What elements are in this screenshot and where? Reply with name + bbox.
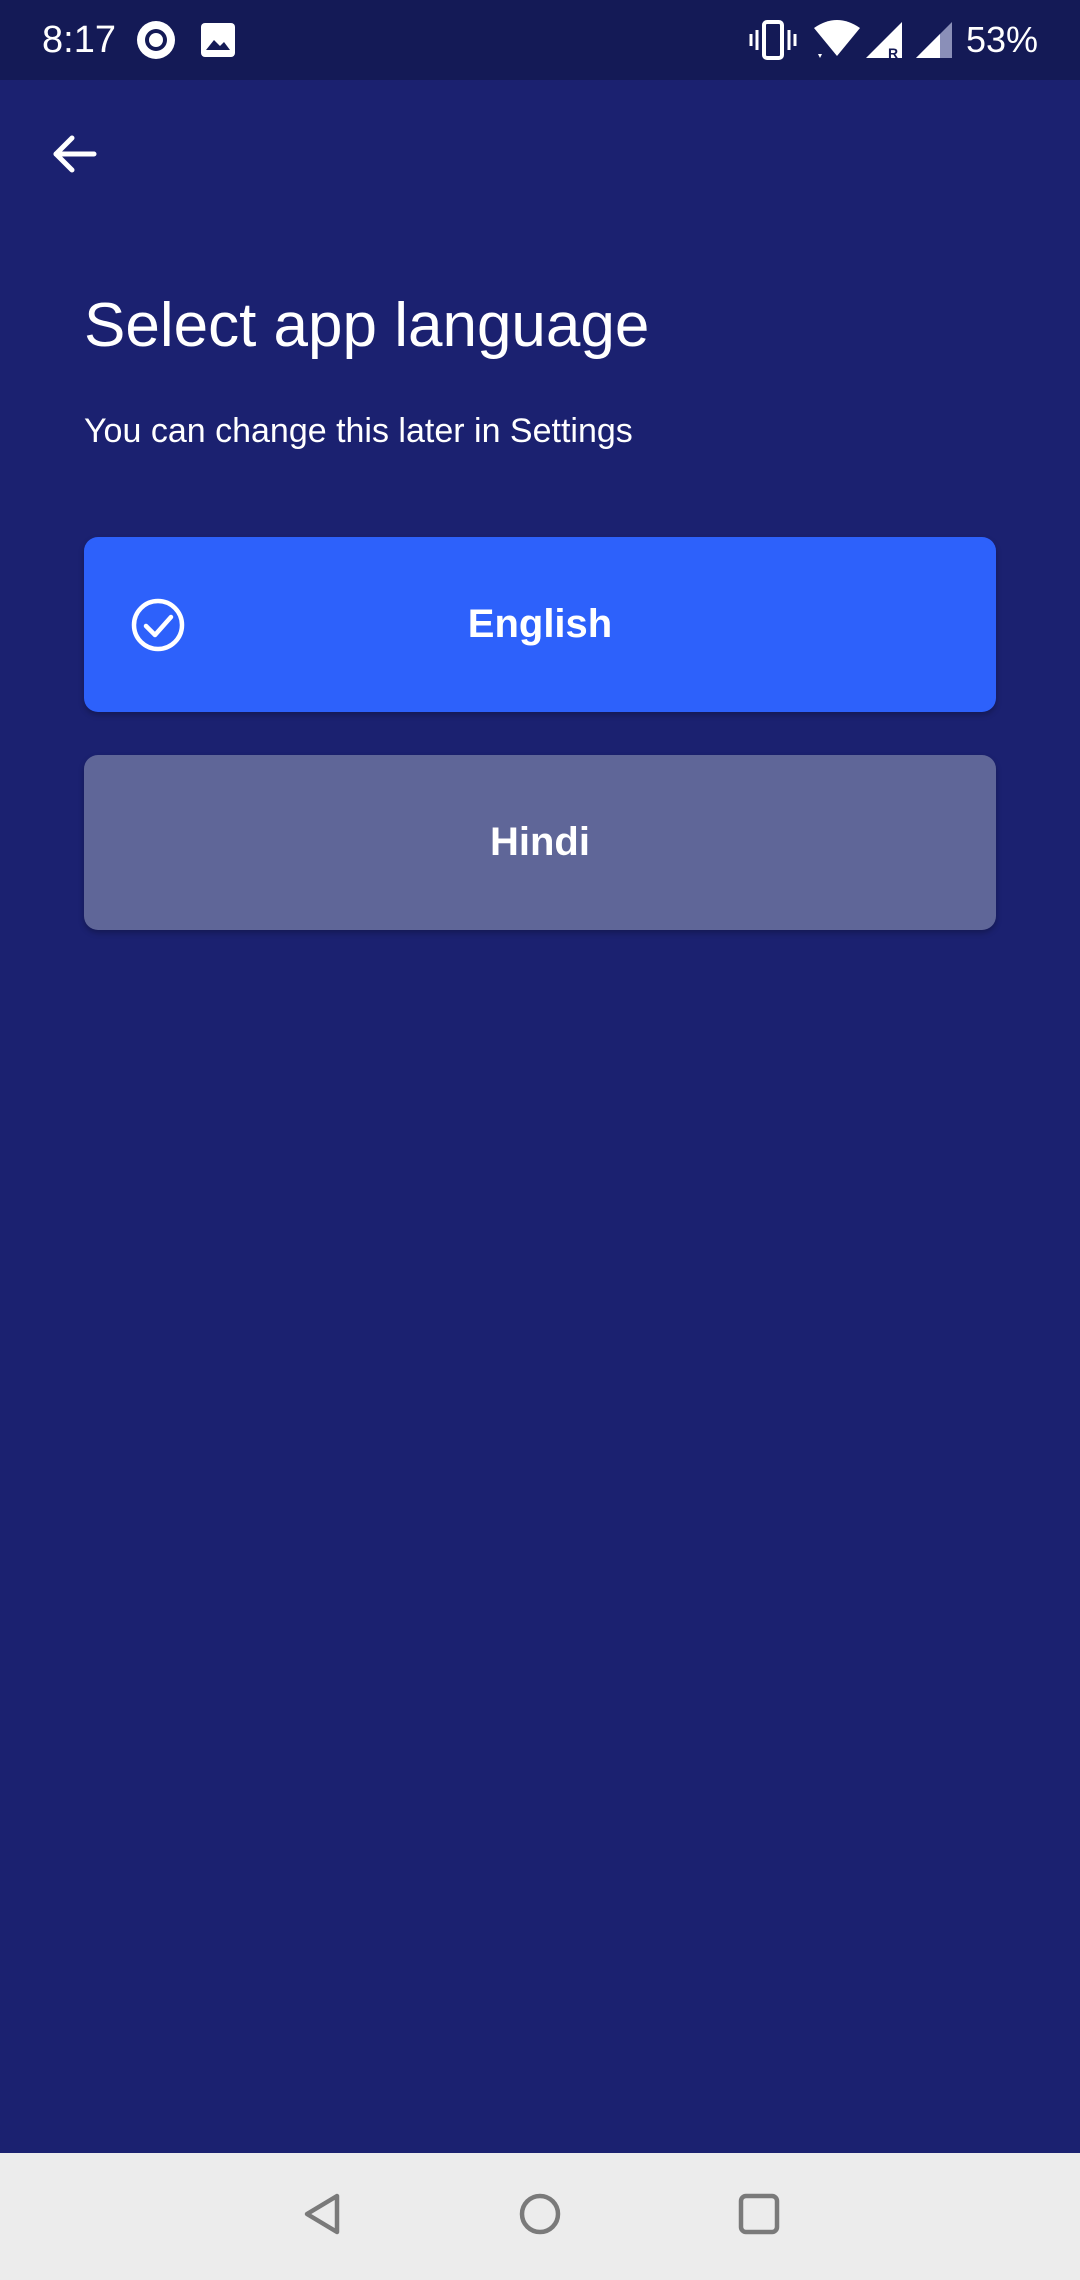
- check-circle-icon: [130, 597, 186, 653]
- nav-recents-button[interactable]: [724, 2181, 794, 2251]
- image-icon: [196, 18, 240, 62]
- status-time: 8:17: [42, 19, 116, 61]
- language-option-hindi[interactable]: Hindi: [84, 755, 996, 930]
- nav-home-button[interactable]: [505, 2181, 575, 2251]
- page-title: Select app language: [84, 291, 650, 360]
- language-option-english[interactable]: English: [84, 537, 996, 712]
- language-label: Hindi: [490, 820, 590, 864]
- circle-app-icon: [134, 18, 178, 62]
- arrow-left-icon: [48, 128, 100, 185]
- wifi-icon: [812, 18, 862, 62]
- screen: 8:17 R 53% Select app language You can c…: [0, 0, 1080, 2280]
- language-label: English: [467, 602, 613, 646]
- nav-back-button[interactable]: [288, 2181, 358, 2251]
- svg-text:R: R: [888, 45, 898, 61]
- recents-square-icon: [735, 2190, 783, 2243]
- back-triangle-icon: [299, 2190, 347, 2243]
- vibrate-icon: [748, 18, 797, 62]
- back-button[interactable]: [36, 118, 112, 194]
- status-bar: 8:17 R 53%: [0, 0, 1080, 80]
- signal-icon: [912, 18, 956, 62]
- signal-roaming-icon: R: [862, 18, 906, 62]
- navigation-bar: [0, 2153, 1080, 2280]
- battery-percentage: 53%: [965, 19, 1038, 60]
- home-circle-icon: [516, 2190, 564, 2243]
- page-subtitle: You can change this later in Settings: [84, 412, 633, 450]
